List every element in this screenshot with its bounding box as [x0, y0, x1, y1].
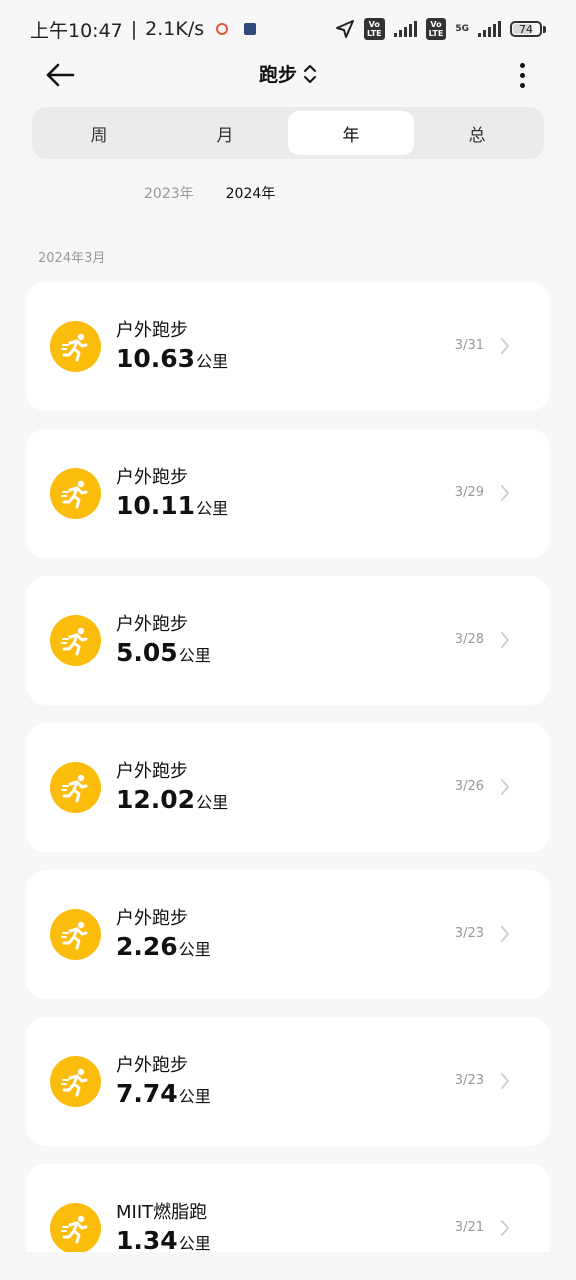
status-right: Vo LTE Vo LTE 5G 74 — [335, 18, 546, 40]
year-option-2024[interactable]: 2024年 — [226, 183, 276, 203]
status-left: 上午10:47 | 2.1K/s — [30, 16, 257, 43]
record-distance-value: 1.34 — [116, 1226, 178, 1252]
page-title: 跑步 — [258, 64, 297, 86]
record-distance-value: 10.63 — [116, 344, 196, 373]
record-card[interactable]: 户外跑步 10.63 公里 3/31 — [26, 282, 550, 411]
record-distance-unit: 公里 — [196, 793, 229, 812]
running-icon — [50, 762, 101, 813]
expand-toggle-icon — [304, 64, 316, 83]
record-distance: 2.26 公里 — [116, 932, 211, 961]
record-distance: 10.63 公里 — [116, 344, 228, 373]
record-date: 3/29 — [454, 485, 484, 500]
more-dots-icon — [519, 62, 525, 68]
chevron-right-icon — [501, 632, 509, 648]
tab-month[interactable]: 月 — [162, 111, 288, 155]
running-icon — [50, 321, 101, 372]
record-name: 户外跑步 — [116, 614, 188, 635]
record-date: 3/23 — [454, 926, 484, 941]
record-distance: 7.74 公里 — [116, 1079, 211, 1108]
record-card[interactable]: 户外跑步 12.02 公里 3/26 — [26, 723, 550, 852]
record-distance-unit: 公里 — [178, 646, 211, 665]
record-card[interactable]: 户外跑步 7.74 公里 3/23 — [26, 1017, 550, 1146]
location-arrow-icon — [335, 19, 355, 39]
battery-icon: 74 — [510, 21, 546, 37]
record-distance-unit: 公里 — [196, 352, 229, 371]
chevron-right-icon — [501, 779, 509, 795]
record-distance-value: 7.74 — [116, 1079, 178, 1108]
record-indicator-icon — [216, 23, 229, 35]
record-name: 户外跑步 — [116, 467, 188, 488]
more-options-button[interactable] — [512, 60, 532, 90]
app-notification-icon — [244, 23, 257, 35]
period-tabs: 周 月 年 总 — [32, 107, 544, 159]
status-divider: | — [130, 18, 138, 40]
record-distance-unit: 公里 — [178, 940, 211, 959]
year-option-2023[interactable]: 2023年 — [144, 183, 194, 203]
tab-week[interactable]: 周 — [36, 111, 162, 155]
record-distance: 10.11 公里 — [116, 491, 228, 520]
status-net-speed: 2.1K/s — [145, 18, 205, 40]
record-name: 户外跑步 — [116, 320, 188, 341]
record-date: 3/21 — [454, 1220, 484, 1235]
record-distance: 1.34 公里 — [116, 1226, 211, 1252]
status-bar: 上午10:47 | 2.1K/s Vo LTE Vo LTE 5G 74 — [0, 0, 576, 58]
record-distance-value: 5.05 — [116, 638, 178, 667]
running-icon — [50, 909, 101, 960]
record-card[interactable]: MIIT燃脂跑 1.34 公里 3/21 — [26, 1164, 550, 1252]
record-distance-value: 2.26 — [116, 932, 178, 961]
running-icon — [50, 1056, 101, 1107]
volte-icon: Vo LTE — [363, 18, 385, 40]
battery-level: 74 — [519, 22, 533, 36]
record-name: MIIT燃脂跑 — [116, 1202, 208, 1223]
record-date: 3/28 — [454, 632, 484, 647]
record-distance-unit: 公里 — [196, 499, 229, 518]
record-distance-value: 10.11 — [116, 491, 196, 520]
record-card[interactable]: 户外跑步 2.26 公里 3/23 — [26, 870, 550, 999]
network-type-icon: 5G — [455, 23, 469, 34]
record-distance: 12.02 公里 — [116, 785, 228, 814]
record-card[interactable]: 户外跑步 10.11 公里 3/29 — [26, 429, 550, 558]
record-date: 3/31 — [454, 338, 484, 353]
tab-year[interactable]: 年 — [288, 111, 414, 155]
year-selector: 2023年 2024年 — [144, 183, 275, 203]
record-distance-value: 12.02 — [116, 785, 196, 814]
running-icon — [50, 615, 101, 666]
record-distance-unit: 公里 — [178, 1234, 211, 1252]
running-icon — [50, 468, 101, 519]
volte-icon-2: Vo LTE — [425, 18, 447, 40]
chevron-right-icon — [501, 1220, 509, 1236]
record-name: 户外跑步 — [116, 1055, 188, 1076]
tab-total[interactable]: 总 — [414, 111, 540, 155]
chevron-right-icon — [501, 485, 509, 501]
chevron-right-icon — [501, 338, 509, 354]
record-date: 3/23 — [454, 1073, 484, 1088]
chevron-right-icon — [501, 1073, 509, 1089]
record-card[interactable]: 户外跑步 5.05 公里 3/28 — [26, 576, 550, 705]
chevron-right-icon — [501, 926, 509, 942]
record-date: 3/26 — [454, 779, 484, 794]
signal-strength-icon-2 — [478, 21, 501, 37]
running-icon — [50, 1203, 101, 1252]
record-name: 户外跑步 — [116, 761, 188, 782]
app-header: 跑步 — [0, 58, 576, 92]
status-time: 上午10:47 — [30, 19, 123, 42]
signal-strength-icon — [393, 21, 417, 37]
record-list: 户外跑步 10.63 公里 3/31 户外跑步 10.11 公里 3/29 户外… — [26, 282, 550, 1252]
section-month-label: 2024年3月 — [38, 251, 106, 266]
record-distance-unit: 公里 — [178, 1087, 211, 1106]
record-name: 户外跑步 — [116, 908, 188, 929]
record-distance: 5.05 公里 — [116, 638, 211, 667]
sport-type-selector[interactable]: 跑步 — [0, 60, 576, 87]
